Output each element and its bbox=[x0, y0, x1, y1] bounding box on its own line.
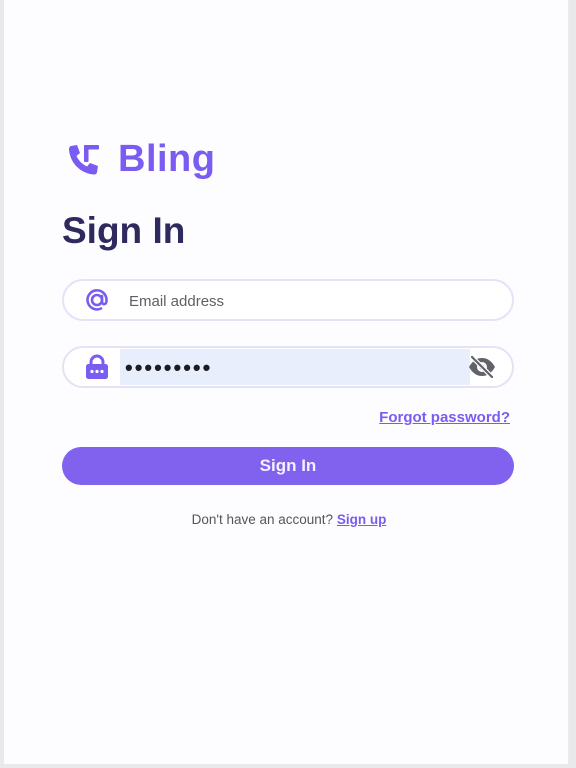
password-input[interactable] bbox=[123, 353, 467, 383]
email-field[interactable] bbox=[62, 279, 514, 321]
at-sign-icon bbox=[82, 285, 112, 315]
email-input[interactable] bbox=[127, 287, 501, 315]
app-screen: Bling Sign In Email address Forgot passw… bbox=[4, 0, 569, 764]
signup-prompt: Don't have an account? Sign up bbox=[4, 512, 574, 527]
page-title: Sign In bbox=[62, 210, 186, 251]
signup-prompt-text: Don't have an account? bbox=[191, 512, 334, 527]
forgot-password-link[interactable]: Forgot password? bbox=[379, 409, 510, 426]
eye-off-icon[interactable] bbox=[466, 354, 498, 380]
sign-up-link[interactable]: Sign up bbox=[337, 512, 387, 527]
lock-icon bbox=[82, 352, 112, 382]
sign-in-button[interactable]: Sign In bbox=[62, 447, 514, 485]
password-field[interactable] bbox=[62, 346, 514, 388]
phone-icon bbox=[69, 144, 99, 174]
brand-name: Bling bbox=[118, 138, 216, 180]
brand-logo: Bling bbox=[64, 138, 215, 181]
